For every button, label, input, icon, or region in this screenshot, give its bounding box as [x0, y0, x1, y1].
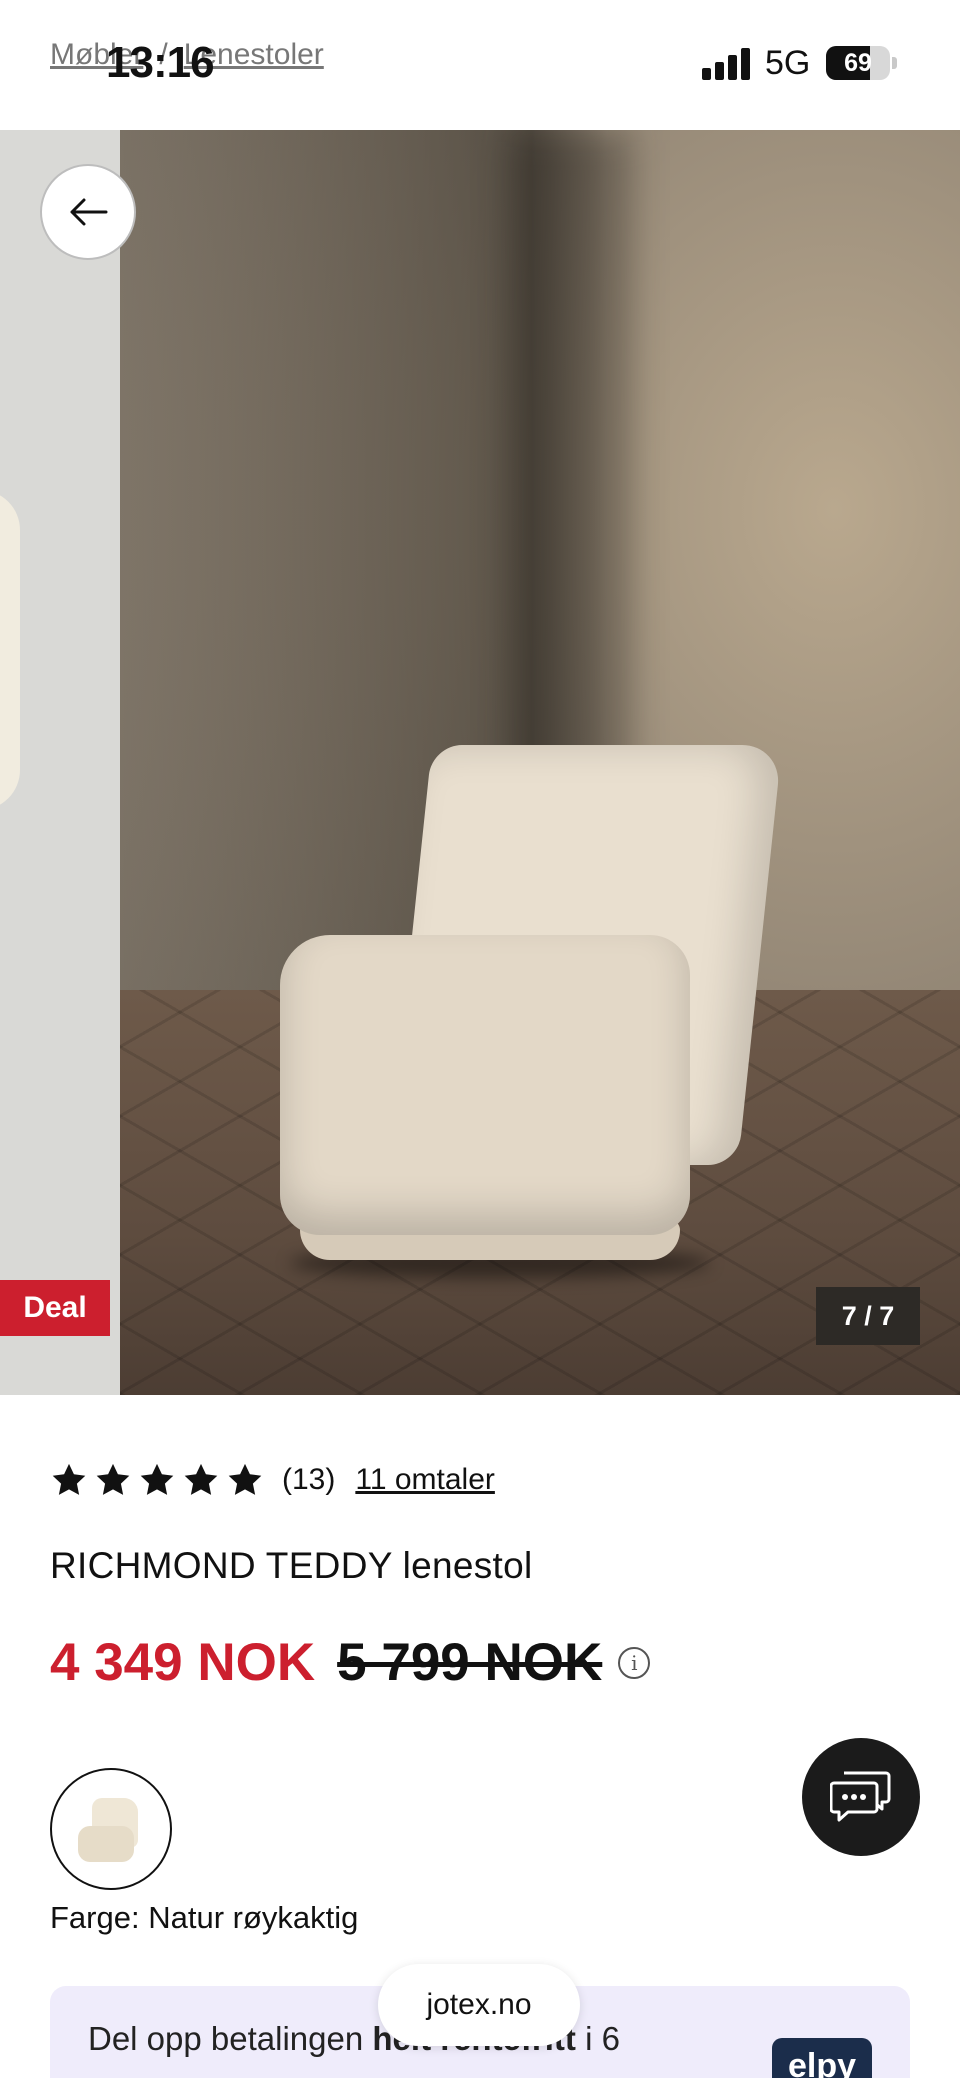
- status-time: 13:16: [106, 38, 215, 87]
- color-swatch[interactable]: [50, 1768, 172, 1890]
- price-row: 4 349 NOK 5 799 NOK i: [50, 1632, 651, 1693]
- price-current: 4 349 NOK: [50, 1633, 316, 1692]
- previous-slide[interactable]: [0, 130, 120, 1395]
- rating-count: (13): [282, 1463, 336, 1496]
- battery-icon: 69: [826, 46, 897, 80]
- chat-icon: [830, 1771, 891, 1822]
- deal-badge: Deal: [0, 1280, 110, 1336]
- image-counter: 7 / 7: [816, 1287, 920, 1345]
- star-icon: [184, 1463, 218, 1495]
- status-bar: Møbler / Lenestoler 13:16 5G 69: [0, 0, 960, 130]
- product-image[interactable]: [120, 130, 960, 1395]
- star-icon: [228, 1463, 262, 1495]
- price-original: 5 799 NOK: [337, 1633, 603, 1692]
- info-icon[interactable]: i: [618, 1646, 651, 1679]
- arrow-left-icon: [70, 198, 108, 226]
- chat-button[interactable]: [802, 1738, 920, 1856]
- color-label: Farge: Natur røykaktig: [50, 1900, 359, 1935]
- rating-stars: [50, 1461, 264, 1499]
- star-icon: [96, 1463, 130, 1495]
- battery-level: 69: [844, 49, 872, 77]
- product-title: RICHMOND TEDDY lenestol: [50, 1545, 533, 1586]
- reviews-link[interactable]: 11 omtaler: [355, 1463, 495, 1497]
- network-label: 5G: [765, 44, 811, 82]
- product-gallery[interactable]: [0, 130, 960, 1395]
- signal-icon: [702, 48, 750, 80]
- back-button[interactable]: [40, 164, 136, 260]
- star-icon: [52, 1463, 86, 1495]
- url-bar[interactable]: jotex.no: [378, 1964, 580, 2046]
- rating-row: (13) 11 omtaler: [50, 1458, 495, 1502]
- star-icon: [140, 1463, 174, 1495]
- elpy-logo: elpy: [772, 2038, 872, 2078]
